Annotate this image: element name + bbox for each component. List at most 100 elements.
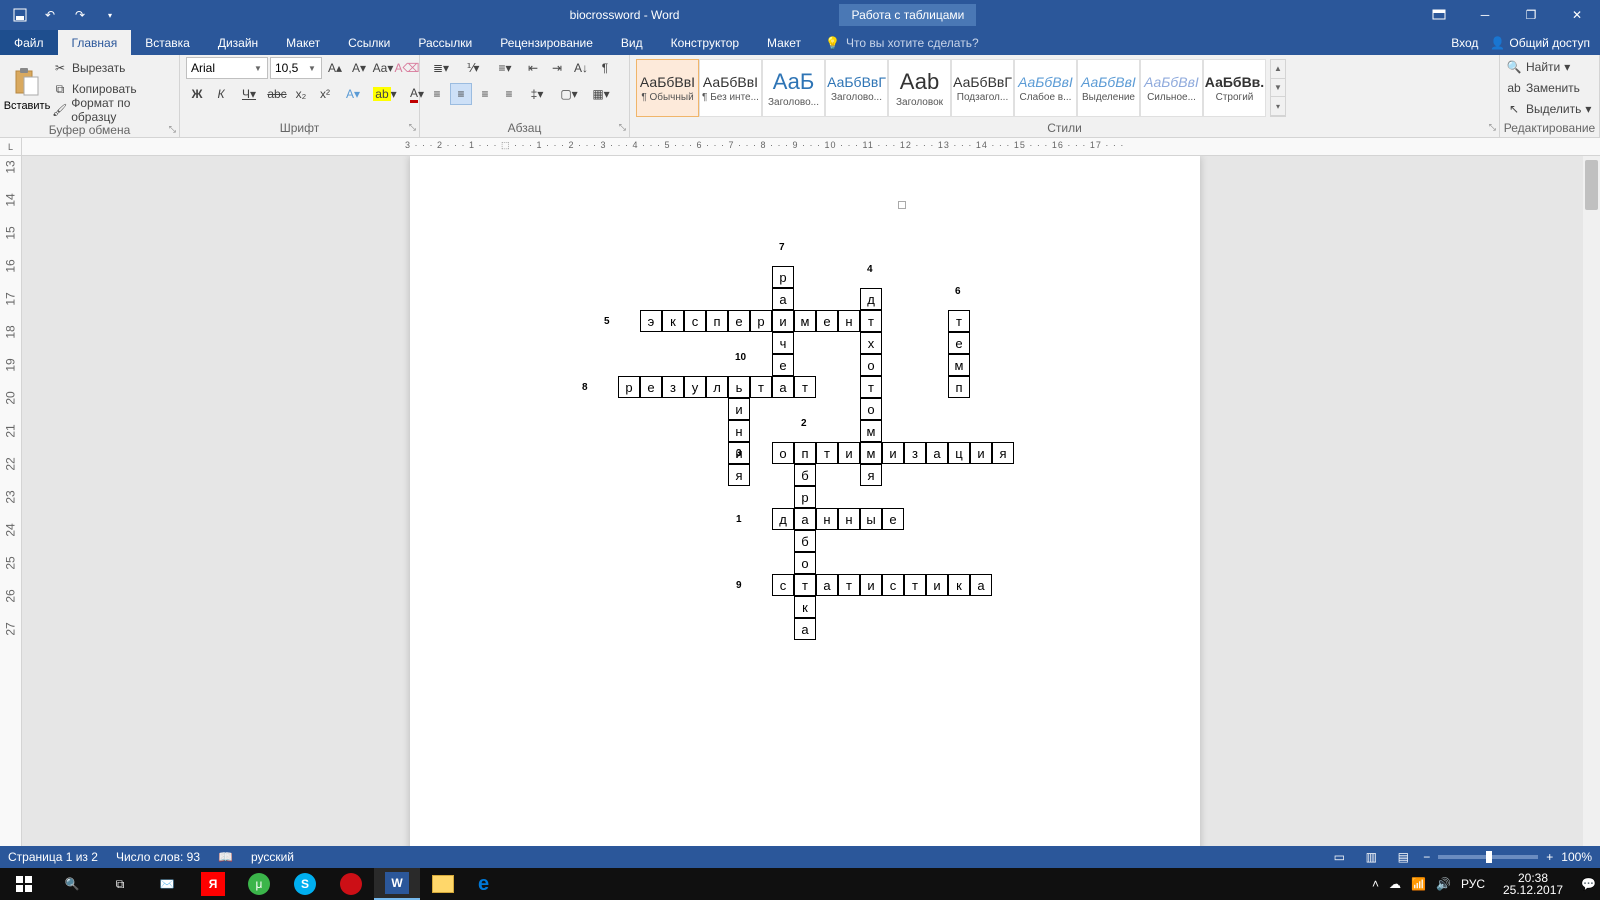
tab-review[interactable]: Рецензирование — [486, 30, 607, 55]
crossword-cell[interactable]: р — [618, 376, 640, 398]
share-button[interactable]: 👤Общий доступ — [1490, 36, 1590, 50]
utorrent-app-icon[interactable]: μ — [236, 868, 282, 900]
crossword-cell[interactable]: т — [750, 376, 772, 398]
subscript-button[interactable]: x₂ — [290, 83, 312, 105]
launcher-icon[interactable]: ⤡ — [1489, 122, 1496, 133]
launcher-icon[interactable]: ⤡ — [169, 124, 176, 135]
styles-scroll[interactable]: ▲▼▾ — [1270, 59, 1286, 117]
undo-icon[interactable]: ↶ — [38, 3, 62, 27]
crossword-cell[interactable]: е — [882, 508, 904, 530]
tray-language[interactable]: РУС — [1461, 877, 1485, 891]
crossword-cell[interactable]: я — [728, 464, 750, 486]
launcher-icon[interactable]: ⤡ — [619, 122, 626, 133]
font-name-select[interactable]: Arial▼ — [186, 57, 268, 79]
crossword-cell[interactable]: п — [706, 310, 728, 332]
replace-button[interactable]: abЗаменить — [1506, 78, 1591, 98]
styles-gallery[interactable]: АаБбВвІ¶ ОбычныйАаБбВвІ¶ Без инте...АаБЗ… — [636, 57, 1266, 119]
word-count[interactable]: Число слов: 93 — [116, 850, 200, 864]
crossword-cell[interactable]: и — [728, 398, 750, 420]
crossword-cell[interactable]: т — [904, 574, 926, 596]
zoom-in-icon[interactable]: + — [1546, 850, 1553, 864]
zoom-slider[interactable] — [1438, 855, 1538, 859]
crossword-cell[interactable]: б — [794, 530, 816, 552]
crossword-cell[interactable]: а — [794, 618, 816, 640]
decrease-font-icon[interactable]: A▾ — [348, 57, 370, 79]
crossword-cell[interactable]: е — [772, 354, 794, 376]
style-item[interactable]: АаБбВвІ¶ Обычный — [636, 59, 699, 117]
web-layout-icon[interactable]: ▤ — [1391, 848, 1415, 866]
tab-view[interactable]: Вид — [607, 30, 657, 55]
crossword-cell[interactable]: а — [794, 508, 816, 530]
crossword-cell[interactable]: я — [992, 442, 1014, 464]
task-view-icon[interactable]: ⧉ — [96, 868, 144, 900]
crossword-cell[interactable]: н — [838, 310, 860, 332]
word-app-icon[interactable]: W — [374, 868, 420, 900]
crossword-cell[interactable]: о — [860, 398, 882, 420]
crossword-cell[interactable]: н — [728, 420, 750, 442]
tab-references[interactable]: Ссылки — [334, 30, 404, 55]
multilevel-icon[interactable]: ≡▾ — [490, 57, 520, 79]
crossword-cell[interactable]: а — [772, 376, 794, 398]
crossword-cell[interactable]: т — [794, 574, 816, 596]
crossword-cell[interactable]: ч — [772, 332, 794, 354]
edge-app-icon[interactable]: e — [466, 868, 512, 900]
crossword-cell[interactable]: н — [816, 508, 838, 530]
horizontal-ruler[interactable]: L 3 · · · 2 · · · 1 · · · ⬚ · · · 1 · · … — [0, 138, 1600, 156]
crossword-cell[interactable]: р — [794, 486, 816, 508]
crossword-cell[interactable]: о — [860, 354, 882, 376]
tray-chevron-icon[interactable]: ˄ — [1372, 877, 1379, 891]
tray-onedrive-icon[interactable]: ☁ — [1389, 877, 1401, 891]
style-item[interactable]: АаБбВвІ¶ Без инте... — [699, 59, 762, 117]
crossword-cell[interactable]: т — [816, 442, 838, 464]
qat-dropdown-icon[interactable]: ▾ — [98, 3, 122, 27]
language-status[interactable]: русский — [251, 850, 294, 864]
crossword-cell[interactable]: у — [684, 376, 706, 398]
vertical-ruler[interactable]: 131415161718192021222324252627 — [0, 156, 22, 868]
find-button[interactable]: 🔍Найти ▾ — [1506, 57, 1591, 77]
crossword-cell[interactable]: к — [662, 310, 684, 332]
tab-design[interactable]: Дизайн — [204, 30, 272, 55]
change-case-icon[interactable]: Aa▾ — [372, 57, 394, 79]
decrease-indent-icon[interactable]: ⇤ — [522, 57, 544, 79]
page-status[interactable]: Страница 1 из 2 — [8, 850, 98, 864]
style-item[interactable]: АаБбВвІВыделение — [1077, 59, 1140, 117]
format-painter-button[interactable]: 🖌Формат по образцу — [52, 100, 173, 120]
style-item[interactable]: АаБбВв.Строгий — [1203, 59, 1266, 117]
cut-button[interactable]: ✂Вырезать — [52, 58, 173, 78]
select-button[interactable]: ↖Выделить ▾ — [1506, 99, 1591, 119]
explorer-app-icon[interactable] — [420, 868, 466, 900]
read-mode-icon[interactable]: ▭ — [1327, 848, 1351, 866]
crossword-cell[interactable]: с — [684, 310, 706, 332]
crossword-cell[interactable]: т — [838, 574, 860, 596]
crossword-cell[interactable]: т — [948, 310, 970, 332]
increase-indent-icon[interactable]: ⇥ — [546, 57, 568, 79]
paste-button[interactable]: Вставить — [6, 57, 48, 121]
zoom-level[interactable]: 100% — [1561, 850, 1592, 864]
redo-icon[interactable]: ↷ — [68, 3, 92, 27]
launcher-icon[interactable]: ⤡ — [409, 122, 416, 133]
print-layout-icon[interactable]: ▥ — [1359, 848, 1383, 866]
tab-home[interactable]: Главная — [58, 30, 132, 55]
crossword-cell[interactable]: х — [860, 332, 882, 354]
mail-app-icon[interactable]: ✉️ — [144, 868, 190, 900]
tab-file[interactable]: Файл — [0, 30, 58, 55]
yandex-app-icon[interactable]: Я — [190, 868, 236, 900]
save-icon[interactable] — [8, 3, 32, 27]
crossword-cell[interactable]: е — [816, 310, 838, 332]
align-center-icon[interactable]: ≡ — [450, 83, 472, 105]
crossword-cell[interactable]: е — [948, 332, 970, 354]
crossword-cell[interactable]: а — [816, 574, 838, 596]
bold-button[interactable]: Ж — [186, 83, 208, 105]
line-spacing-icon[interactable]: ‡▾ — [522, 83, 552, 105]
highlight-icon[interactable]: ab▾ — [370, 83, 400, 105]
tab-insert[interactable]: Вставка — [131, 30, 204, 55]
table-move-handle-icon[interactable] — [898, 201, 906, 209]
crossword-cell[interactable]: а — [970, 574, 992, 596]
tray-notifications-icon[interactable]: 💬 — [1581, 877, 1596, 891]
crossword-cell[interactable]: т — [860, 376, 882, 398]
crossword-cell[interactable]: и — [882, 442, 904, 464]
zoom-out-icon[interactable]: − — [1423, 850, 1430, 864]
ruler-corner[interactable]: L — [0, 138, 22, 156]
crossword-cell[interactable]: ы — [860, 508, 882, 530]
crossword-cell[interactable]: ц — [948, 442, 970, 464]
